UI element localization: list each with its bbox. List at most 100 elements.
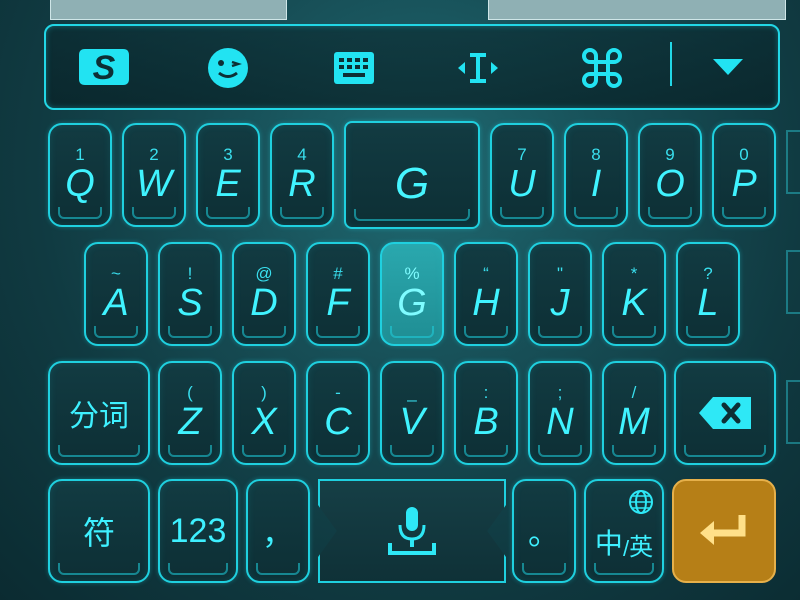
key-main-label: S	[177, 282, 203, 324]
key-sub-label: (	[187, 383, 193, 402]
key-sub-label: 0	[739, 145, 749, 164]
key-preview-g[interactable]: G	[344, 121, 480, 229]
key-sub-label: 9	[665, 145, 675, 164]
key-main-label: G	[394, 159, 430, 208]
key-i[interactable]: 8I	[564, 123, 628, 227]
emoji-icon[interactable]	[206, 46, 250, 90]
key-main-label: K	[621, 282, 647, 324]
microphone-icon	[388, 507, 436, 555]
key-main-label: D	[250, 282, 278, 324]
side-fragment	[786, 250, 800, 314]
key-sub-label: /	[631, 383, 637, 402]
key-main-label: X	[251, 401, 277, 443]
key-sub-label: "	[556, 264, 564, 283]
key-sub-label: #	[333, 264, 343, 283]
suggestion-chip-left[interactable]	[50, 0, 287, 20]
key-main-label: C	[324, 401, 352, 443]
key-sub-label: )	[261, 383, 267, 402]
key-u[interactable]: 7U	[490, 123, 554, 227]
period-label: 。	[527, 515, 560, 551]
toolbar-separator	[670, 42, 672, 86]
numbers-key[interactable]: 123	[158, 479, 238, 583]
key-k[interactable]: * K	[602, 242, 666, 346]
cursor-icon[interactable]	[456, 48, 500, 88]
key-sub-label: %	[404, 264, 420, 283]
key-main-label: H	[472, 282, 500, 324]
side-fragment	[786, 380, 800, 444]
space-key[interactable]	[318, 479, 506, 583]
numbers-label: 123	[169, 511, 227, 550]
key-z[interactable]: (Z	[158, 361, 222, 465]
suggestion-chip-right[interactable]	[488, 0, 786, 20]
key-main-label: U	[508, 163, 536, 205]
segment-label: 分词	[69, 400, 129, 433]
key-main-label: V	[399, 401, 425, 443]
key-h[interactable]: “H	[454, 242, 518, 346]
comma-key[interactable]: ，	[246, 479, 310, 583]
key-p[interactable]: 0P	[712, 123, 776, 227]
language-switch-key[interactable]: 中 / 英	[584, 479, 664, 583]
backspace-key[interactable]	[674, 361, 776, 465]
period-key[interactable]: 。	[512, 479, 576, 583]
key-sub-label: !	[187, 264, 193, 283]
command-icon[interactable]	[580, 46, 624, 90]
comma-label: ，	[261, 515, 294, 551]
key-f[interactable]: # F	[306, 242, 370, 346]
key-sub-label: @	[255, 264, 273, 283]
enter-key[interactable]	[672, 479, 776, 583]
key-c[interactable]: -C	[306, 361, 370, 465]
key-main-label: Q	[65, 163, 95, 205]
key-a[interactable]: ~ A	[84, 242, 148, 346]
key-q[interactable]: 1Q	[48, 123, 112, 227]
key-w[interactable]: 2W	[122, 123, 186, 227]
key-b[interactable]: :B	[454, 361, 518, 465]
lang-en-label: 英	[629, 534, 654, 561]
globe-icon	[629, 490, 653, 514]
key-sub-label: *	[630, 264, 638, 283]
key-main-label: E	[215, 163, 241, 205]
key-e[interactable]: 3E	[196, 123, 260, 227]
key-main-label: Z	[178, 401, 202, 443]
key-main-label: R	[288, 163, 316, 205]
key-sub-label: 8	[591, 145, 601, 164]
key-main-label: A	[103, 282, 129, 324]
enter-icon	[700, 515, 746, 545]
key-main-label: B	[473, 401, 499, 443]
key-sub-label: ;	[557, 383, 563, 402]
key-sub-label: -	[335, 383, 341, 402]
key-n[interactable]: ; N	[528, 361, 592, 465]
key-main-label: G	[397, 282, 427, 324]
key-m[interactable]: / M	[602, 361, 666, 465]
key-main-label: I	[590, 163, 602, 205]
segment-key[interactable]: 分词	[48, 361, 150, 465]
key-main-label: F	[326, 282, 350, 324]
key-r[interactable]: 4R	[270, 123, 334, 227]
symbols-key[interactable]: 符	[48, 479, 150, 583]
svg-text:S: S	[93, 49, 116, 87]
key-v[interactable]: _ V	[380, 361, 444, 465]
lang-cn-label: 中	[594, 528, 623, 559]
key-x[interactable]: ) X	[232, 361, 296, 465]
symbols-label: 符	[82, 515, 115, 551]
key-sub-label: ?	[703, 264, 713, 283]
key-main-label: W	[136, 163, 172, 205]
key-sub-label: 3	[223, 145, 233, 164]
key-s[interactable]: ! S	[158, 242, 222, 346]
key-sub-label: “	[483, 264, 489, 283]
key-sub-label: 1	[75, 145, 85, 164]
key-main-label: M	[618, 401, 650, 443]
key-j[interactable]: " J	[528, 242, 592, 346]
key-sub-label: :	[483, 383, 489, 402]
key-l[interactable]: ? L	[676, 242, 740, 346]
key-g-pressed[interactable]: % G	[380, 242, 444, 346]
sogou-logo-icon[interactable]: S	[76, 42, 132, 92]
key-main-label: P	[731, 163, 757, 205]
key-sub-label: 4	[297, 145, 307, 164]
keyboard-icon[interactable]	[332, 48, 376, 88]
key-main-label: L	[697, 282, 719, 324]
key-o[interactable]: 9O	[638, 123, 702, 227]
collapse-icon[interactable]	[706, 52, 750, 82]
key-d[interactable]: @ D	[232, 242, 296, 346]
key-main-label: O	[655, 163, 685, 205]
key-main-label: N	[546, 401, 574, 443]
